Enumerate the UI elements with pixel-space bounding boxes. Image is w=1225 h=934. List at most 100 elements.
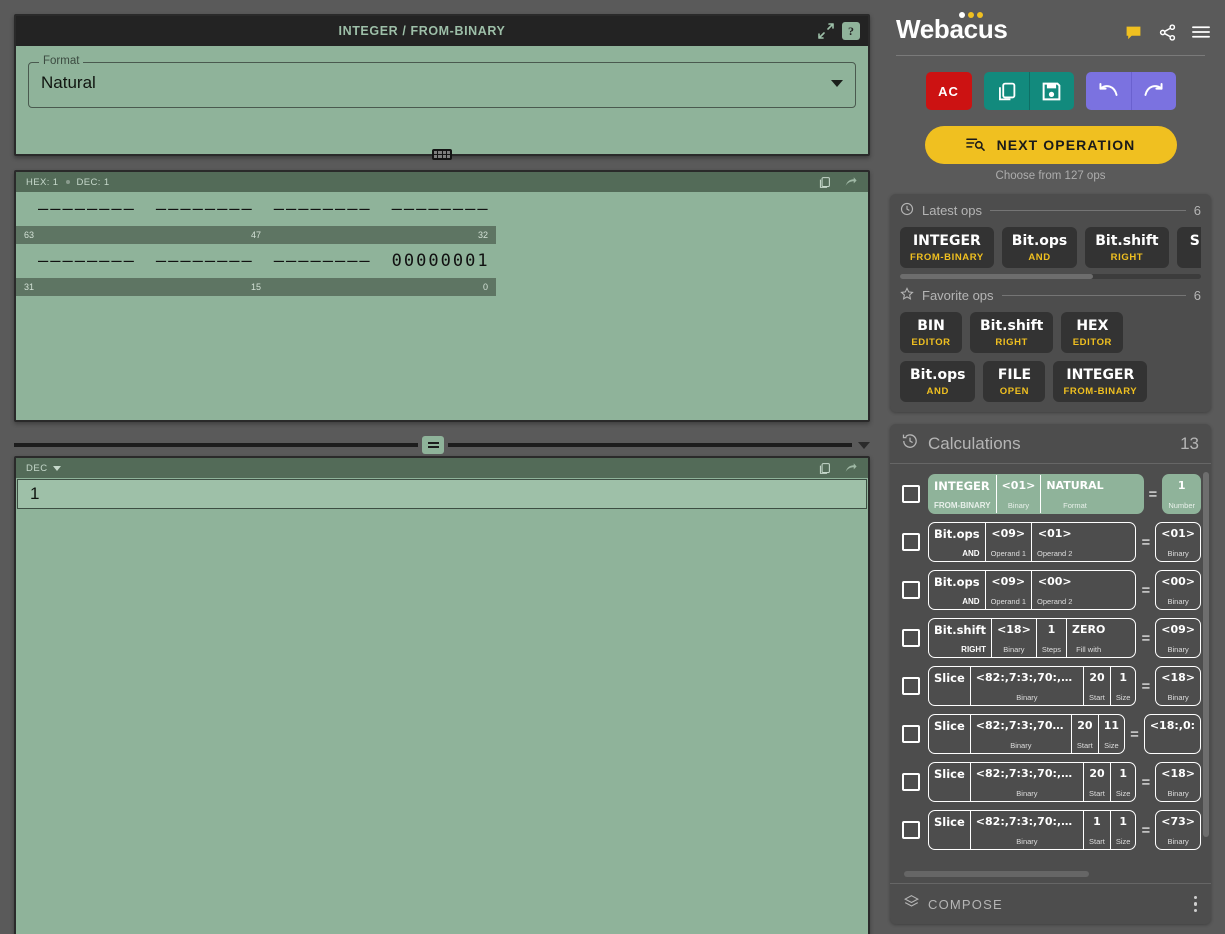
latest-op-chip[interactable]: Sli bbox=[1176, 227, 1201, 269]
cell-value: 11 bbox=[1103, 719, 1120, 733]
calculation-result[interactable]: <18:,0: bbox=[1143, 714, 1201, 755]
copy-button[interactable] bbox=[983, 72, 1029, 110]
calculation-row[interactable]: INTEGER FROM-BINARY <01> Binary NATURAL Forma… bbox=[896, 470, 1201, 518]
latest-ops-strip[interactable]: INTEGER FROM-BINARY Bit.ops AND Bit.shif… bbox=[900, 227, 1201, 269]
calculation-result[interactable]: <00> Binary bbox=[1155, 570, 1201, 611]
cell-value: <18:,0: bbox=[1149, 719, 1195, 733]
star-icon bbox=[900, 287, 914, 304]
ops-panel: Latest ops 6 INTEGER FROM-BINARY Bit.ops… bbox=[890, 194, 1211, 413]
calculation-row[interactable]: Slice <82:,7:3:,70:,7:0,:21:4,:14:5,:0,:0… bbox=[896, 710, 1201, 758]
calculation-result[interactable]: <73> Binary bbox=[1155, 810, 1201, 851]
copy-icon[interactable] bbox=[814, 172, 834, 192]
calculation-operands[interactable]: Slice <82:,7:3:,70:,7:0,:21:4,:14:5,:0,:0… bbox=[928, 714, 1126, 755]
calculation-row[interactable]: Bit.shift RIGHT <18> Binary 1 Steps ZERO Fill w… bbox=[896, 614, 1201, 662]
favorite-op-chip[interactable]: INTEGER FROM-BINARY bbox=[1053, 361, 1148, 403]
op-chip-sub: EDITOR bbox=[911, 337, 951, 349]
calculation-operands[interactable]: Bit.ops AND <09> Operand 1 <01> Operand 2 bbox=[928, 522, 1137, 563]
calculation-result[interactable]: 1 Number bbox=[1162, 474, 1201, 515]
latest-op-chip[interactable]: Bit.shift RIGHT bbox=[1085, 227, 1169, 269]
calculation-cell: 20 Start bbox=[1083, 667, 1110, 706]
favorite-op-chip[interactable]: FILE OPEN bbox=[983, 361, 1046, 403]
chevron-down-icon[interactable] bbox=[831, 79, 843, 87]
calculation-cell: <82:,7:3:,70:,7:0,:21:4,:14:5,:0,:0... Bi… bbox=[969, 715, 1071, 754]
brand-row: Webacus bbox=[890, 10, 1211, 45]
calculation-cell: <09> Binary bbox=[1156, 619, 1200, 657]
latest-ops-scrollbar[interactable] bbox=[900, 274, 1201, 280]
calculation-row[interactable]: Slice <82:,7:3:,70:,7:0,:21:4,:14:5,:0,:0… bbox=[896, 662, 1201, 710]
cell-key: Binary bbox=[1167, 789, 1189, 799]
hamburger-menu-icon[interactable] bbox=[1191, 22, 1211, 42]
operation-card: INTEGER / FROM-BINARY ? Format Natural bbox=[14, 14, 870, 160]
splitter-knob[interactable] bbox=[422, 436, 444, 454]
calculation-result[interactable]: <09> Binary bbox=[1155, 618, 1201, 659]
calculation-cell: Slice bbox=[929, 763, 970, 801]
chat-bubble-icon[interactable] bbox=[1123, 22, 1143, 42]
bit-group: ———————— bbox=[155, 251, 254, 271]
calculation-row[interactable]: Slice <82:,7:3:,70:,7:0,:21:4,:14:5,:0,:0… bbox=[896, 758, 1201, 806]
latest-op-chip[interactable]: INTEGER FROM-BINARY bbox=[900, 227, 994, 269]
favorite-op-chip[interactable]: Bit.shift RIGHT bbox=[970, 312, 1054, 354]
format-field[interactable]: Format Natural bbox=[28, 55, 856, 108]
dec-format-selector[interactable]: DEC bbox=[26, 463, 814, 474]
cell-value: INTEGER bbox=[934, 479, 990, 494]
calculation-result[interactable]: <01> Binary bbox=[1155, 522, 1201, 563]
expand-arrows-icon[interactable] bbox=[816, 21, 836, 41]
operation-body: Format Natural bbox=[16, 46, 868, 154]
share-nodes-icon[interactable] bbox=[1157, 22, 1177, 42]
calculation-operands[interactable]: Slice <82:,7:3:,70:,7:0,:21:4,:14:5,:0,:0… bbox=[928, 666, 1137, 707]
calculation-cell: 20 Start bbox=[1070, 715, 1098, 754]
calculation-checkbox[interactable] bbox=[902, 821, 920, 840]
op-chip-sub: FROM-BINARY bbox=[910, 252, 984, 264]
calculation-operands[interactable]: Slice <82:,7:3:,70:,7:0,:21:4,:14:5,:0,:0… bbox=[928, 762, 1137, 803]
cell-value: <18> bbox=[1161, 671, 1195, 685]
latest-op-chip[interactable]: Bit.ops AND bbox=[1001, 227, 1078, 269]
share-arrow-icon[interactable] bbox=[840, 172, 860, 192]
calculation-checkbox[interactable] bbox=[902, 677, 920, 696]
calculation-result[interactable]: <18> Binary bbox=[1155, 666, 1201, 707]
cell-key: Size bbox=[1115, 837, 1131, 847]
dec-value-input[interactable]: 1 bbox=[17, 479, 867, 509]
calculations-horizontal-scrollbar[interactable] bbox=[904, 871, 1089, 877]
save-button[interactable] bbox=[1028, 72, 1074, 110]
calculation-operands[interactable]: Bit.shift RIGHT <18> Binary 1 Steps ZERO Fill w… bbox=[928, 618, 1137, 659]
calculation-checkbox[interactable] bbox=[902, 725, 920, 744]
equals-sign: = bbox=[1141, 821, 1151, 839]
calculation-checkbox[interactable] bbox=[902, 485, 920, 504]
bit-row-high[interactable]: ———————— ———————— ———————— ———————— bbox=[16, 192, 868, 226]
calculation-checkbox[interactable] bbox=[902, 773, 920, 792]
redo-arrow-icon[interactable] bbox=[1130, 72, 1176, 110]
cell-value: 1 bbox=[1119, 767, 1128, 781]
favorite-op-chip[interactable]: BIN EDITOR bbox=[900, 312, 962, 354]
favorite-op-chip[interactable]: Bit.ops AND bbox=[900, 361, 976, 403]
undo-arrow-icon[interactable] bbox=[1085, 72, 1131, 110]
calculation-row[interactable]: Slice <82:,7:3:,70:,7:0,:21:4,:14:5,:0,:0… bbox=[896, 806, 1201, 854]
calculation-checkbox[interactable] bbox=[902, 629, 920, 648]
kebab-menu-icon[interactable] bbox=[1193, 895, 1197, 913]
compose-label[interactable]: COMPOSE bbox=[928, 897, 1185, 912]
calculation-checkbox[interactable] bbox=[902, 533, 920, 552]
splitter-bar-left bbox=[14, 443, 418, 447]
copy-icon[interactable] bbox=[814, 458, 834, 478]
panel-splitter[interactable] bbox=[14, 434, 870, 456]
next-operation-button[interactable]: NEXT OPERATION bbox=[924, 126, 1177, 164]
calculation-row[interactable]: Bit.ops AND <09> Operand 1 <01> Operand 2 = <01… bbox=[896, 518, 1201, 566]
resize-grip-handle[interactable] bbox=[432, 149, 452, 160]
calculation-result[interactable]: <18> Binary bbox=[1155, 762, 1201, 803]
calculation-operands[interactable]: INTEGER FROM-BINARY <01> Binary NATURAL Forma… bbox=[928, 474, 1144, 515]
calculations-scrollbar[interactable] bbox=[1203, 472, 1209, 838]
favorite-op-chip[interactable]: HEX EDITOR bbox=[1061, 312, 1124, 354]
calculation-row[interactable]: Bit.ops AND <09> Operand 1 <00> Operand 2 = <00… bbox=[896, 566, 1201, 614]
calculation-operands[interactable]: Slice <82:,7:3:,70:,7:0,:21:4,:14:5,:0,:0… bbox=[928, 810, 1137, 851]
bit-row-low[interactable]: ———————— ———————— ———————— 00000001 bbox=[16, 244, 868, 278]
chevron-down-icon[interactable] bbox=[858, 441, 870, 449]
calculations-list[interactable]: INTEGER FROM-BINARY <01> Binary NATURAL Forma… bbox=[890, 464, 1211, 869]
clear-all-button[interactable]: AC bbox=[925, 72, 972, 110]
cell-value: <18> bbox=[997, 623, 1031, 637]
help-button[interactable]: ? bbox=[842, 22, 860, 40]
calculation-operands[interactable]: Bit.ops AND <09> Operand 1 <00> Operand 2 bbox=[928, 570, 1137, 611]
cell-value: 20 bbox=[1089, 671, 1105, 685]
cell-value: Slice bbox=[934, 719, 965, 734]
share-arrow-icon[interactable] bbox=[840, 458, 860, 478]
calculation-checkbox[interactable] bbox=[902, 581, 920, 600]
favorite-ops-grid: BIN EDITOR Bit.shift RIGHT HEX EDITOR Bi… bbox=[900, 312, 1201, 403]
